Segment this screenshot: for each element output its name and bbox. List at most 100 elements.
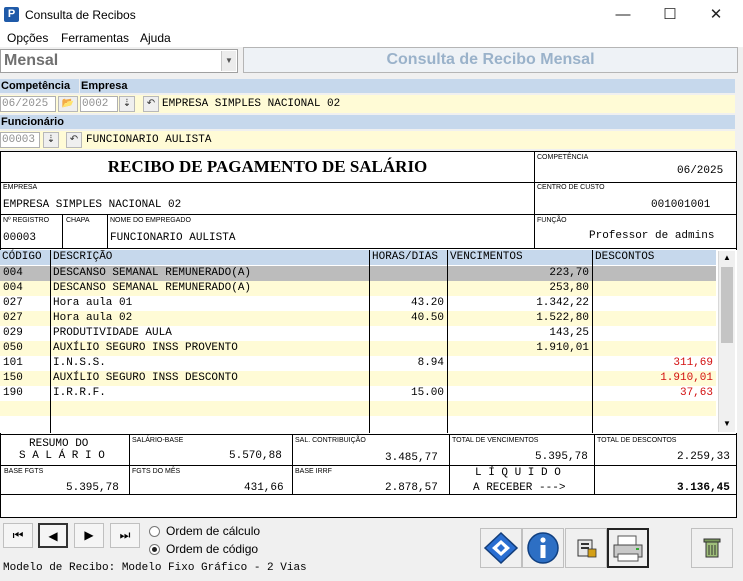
cell-codigo: 190 <box>3 387 23 399</box>
app-icon: P <box>4 7 19 22</box>
funcionario-label: Funcionário <box>0 115 735 129</box>
competencia-label: Competência <box>0 79 79 93</box>
nome-caption: NOME DO EMPREGADO <box>110 217 191 224</box>
cell-horas: 15.00 <box>410 387 444 399</box>
empresa-value: EMPRESA SIMPLES NACIONAL 02 <box>3 199 182 211</box>
last-record-button[interactable]: ⏭ <box>110 523 140 548</box>
scroll-thumb[interactable] <box>721 267 733 343</box>
cell-descontos: 311,69 <box>673 357 713 369</box>
table-row[interactable]: 004 DESCANSO SEMANAL REMUNERADO(A) 253,80 <box>0 281 716 296</box>
delete-button[interactable] <box>691 528 733 568</box>
next-record-button[interactable]: ▶ <box>74 523 104 548</box>
banner-title: Consulta de Recibo Mensal <box>386 51 595 68</box>
cell-codigo: 150 <box>3 372 23 384</box>
funcionario-code-input[interactable]: 00003 <box>0 132 40 148</box>
menu-ajuda[interactable]: Ajuda <box>140 31 171 45</box>
cell-descricao: PRODUTIVIDADE AULA <box>53 327 172 339</box>
menu-ferramentas[interactable]: Ferramentas <box>61 31 129 45</box>
order-calc-radio[interactable] <box>149 526 160 537</box>
export-icon <box>577 539 597 558</box>
cell-codigo: 050 <box>3 342 23 354</box>
prev-record-button[interactable]: ◀ <box>38 523 68 548</box>
total-vencimentos-value: 5.395,78 <box>535 451 588 463</box>
liquido-value: 3.136,45 <box>677 482 730 494</box>
competencia-caption: COMPETÊNCIA <box>537 154 589 161</box>
table-row[interactable]: 027 Hora aula 01 43.20 1.342,22 <box>0 296 716 311</box>
undo-icon[interactable]: ↶ <box>66 132 82 148</box>
sync-button[interactable] <box>480 528 522 568</box>
table-row[interactable]: 190 I.R.R.F. 15.00 37,63 <box>0 386 716 401</box>
maximize-button[interactable]: ☐ <box>647 0 693 30</box>
table-row[interactable]: 050 AUXÍLIO SEGURO INSS PROVENTO 1.910,01 <box>0 341 716 356</box>
page-banner: Consulta de Recibo Mensal <box>243 47 738 73</box>
grid-body: 004 DESCANSO SEMANAL REMUNERADO(A) 223,70 0… <box>0 266 716 433</box>
mode-select[interactable]: Mensal ▼ <box>0 49 238 73</box>
minimize-button[interactable]: — <box>600 0 646 30</box>
col-descontos: DESCONTOS <box>593 250 716 265</box>
table-row[interactable]: 150 AUXÍLIO SEGURO INSS DESCONTO 1.910,01 <box>0 371 716 386</box>
liquido-label: L Í Q U I D O <box>475 467 561 479</box>
undo-icon[interactable]: ↶ <box>143 96 159 112</box>
first-record-button[interactable]: ⏮ <box>3 523 33 548</box>
empresa-caption: EMPRESA <box>3 184 38 191</box>
info-button[interactable] <box>522 528 564 568</box>
resumo-label: RESUMO DO <box>29 438 89 450</box>
grid-scrollbar[interactable]: ▲ ▼ <box>718 251 735 432</box>
order-code-radio[interactable] <box>149 544 160 555</box>
cell-codigo: 101 <box>3 357 23 369</box>
base-fgts-value: 5.395,78 <box>66 482 119 494</box>
sync-icon <box>483 531 519 565</box>
base-fgts-caption: BASE FGTS <box>4 468 44 475</box>
base-irrf-value: 2.878,57 <box>385 482 438 494</box>
cell-descricao: DESCANSO SEMANAL REMUNERADO(A) <box>53 267 252 279</box>
salario-base-caption: SALÁRIO-BASE <box>132 437 184 444</box>
sal-contrib-value: 3.485,77 <box>385 452 438 464</box>
chapa-caption: CHAPA <box>66 217 90 224</box>
chevron-down-icon[interactable]: ▼ <box>221 51 236 71</box>
scroll-up-icon[interactable]: ▲ <box>721 251 733 265</box>
competencia-input[interactable]: 06/2025 <box>0 96 56 112</box>
spin-icon[interactable]: ⇣ <box>119 96 135 112</box>
close-button[interactable]: ✕ <box>693 0 739 30</box>
total-vencimentos-caption: TOTAL DE VENCIMENTOS <box>452 437 539 444</box>
table-row[interactable] <box>0 401 716 416</box>
cell-descricao: I.N.S.S. <box>53 357 106 369</box>
table-row[interactable]: 004 DESCANSO SEMANAL REMUNERADO(A) 223,70 <box>0 266 716 281</box>
table-row[interactable] <box>0 416 716 431</box>
menu-bar: Opções Ferramentas Ajuda <box>0 30 743 47</box>
col-vencimentos: VENCIMENTOS <box>448 250 592 265</box>
col-codigo: CÓDIGO <box>0 250 50 265</box>
competencia-value: 06/2025 <box>677 165 724 177</box>
order-code-label: Ordem de código <box>166 542 259 556</box>
total-descontos-caption: TOTAL DE DESCONTOS <box>597 437 677 444</box>
base-irrf-caption: BASE IRRF <box>295 468 332 475</box>
export-button[interactable] <box>565 528 607 568</box>
cell-descricao: AUXÍLIO SEGURO INSS DESCONTO <box>53 372 238 384</box>
status-bar: Modelo de Recibo: Modelo Fixo Gráfico - … <box>3 562 307 574</box>
funcao-caption: FUNÇÃO <box>537 217 567 224</box>
order-calc-label: Ordem de cálculo <box>166 524 261 538</box>
fgts-mes-caption: FGTS DO MÊS <box>132 468 181 475</box>
table-row[interactable]: 101 I.N.S.S. 8.94 311,69 <box>0 356 716 371</box>
folder-icon[interactable]: 📂 <box>58 96 78 112</box>
table-row[interactable]: 029 PRODUTIVIDADE AULA 143,25 <box>0 326 716 341</box>
registro-value: 00003 <box>3 232 37 244</box>
col-horas: HORAS/DIAS <box>370 250 447 265</box>
cell-descricao: AUXÍLIO SEGURO INSS PROVENTO <box>53 342 238 354</box>
cell-descontos: 1.910,01 <box>660 372 713 384</box>
cell-horas: 43.20 <box>410 297 444 309</box>
cell-descricao: I.R.R.F. <box>53 387 106 399</box>
table-row[interactable]: 027 Hora aula 02 40.50 1.522,80 <box>0 311 716 326</box>
info-icon <box>527 532 559 564</box>
centro-custo-caption: CENTRO DE CUSTO <box>537 184 605 191</box>
spin-icon[interactable]: ⇣ <box>43 132 59 148</box>
a-receber-label: A RECEBER ---> <box>473 482 566 494</box>
scroll-down-icon[interactable]: ▼ <box>721 417 733 431</box>
cell-vencimentos: 253,80 <box>549 282 589 294</box>
cell-codigo: 029 <box>3 327 23 339</box>
menu-opcoes[interactable]: Opções <box>7 31 48 45</box>
print-button[interactable] <box>607 528 649 568</box>
funcionario-name: FUNCIONARIO AULISTA <box>86 134 212 146</box>
empresa-code-input[interactable]: 0002 <box>80 96 118 112</box>
cell-vencimentos: 223,70 <box>549 267 589 279</box>
